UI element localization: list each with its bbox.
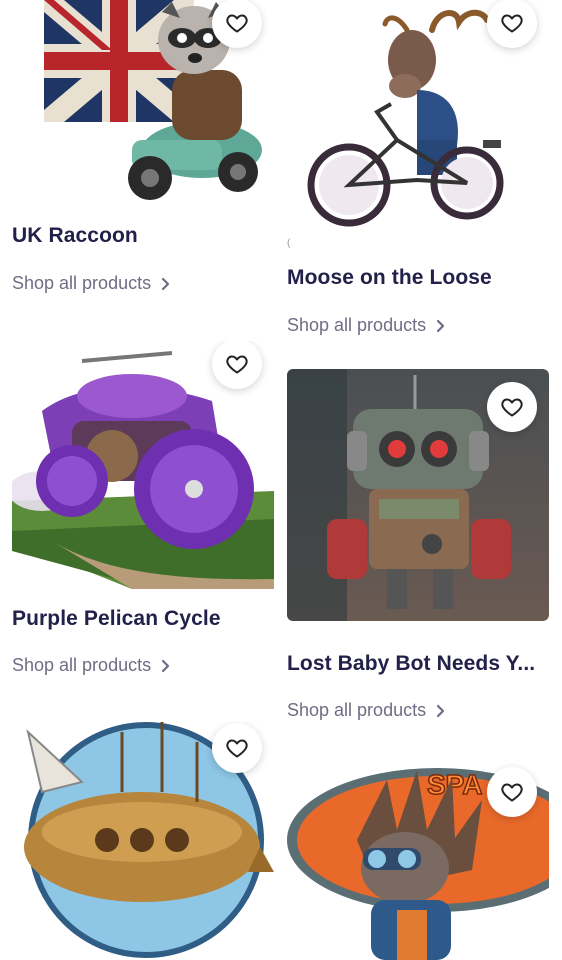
product-image[interactable] [12,341,274,589]
shop-link-label: Shop all products [287,700,427,720]
chevron-right-icon [160,277,170,291]
heart-outline-icon [501,783,523,802]
favorite-button[interactable] [212,0,262,48]
product-card[interactable] [12,722,274,960]
product-title[interactable]: Lost Baby Bot Needs Y... [287,652,549,676]
chevron-right-icon [435,319,445,333]
favorite-button[interactable] [487,0,537,48]
heart-outline-icon [226,14,248,33]
product-image[interactable] [12,0,274,205]
product-card[interactable]: Purple Pelican Cycle Shop all products [12,341,274,675]
shop-link-label: Shop all products [12,655,152,675]
heart-outline-icon [226,739,248,758]
product-card[interactable]: UK Raccoon Shop all products [12,0,274,293]
product-image[interactable]: ( [287,0,549,248]
heart-outline-icon [226,355,248,374]
product-image[interactable] [12,722,274,960]
product-image[interactable] [287,369,549,621]
favorite-button[interactable] [212,341,262,389]
product-card[interactable]: Lost Baby Bot Needs Y... Shop all produc… [287,369,549,720]
shop-link-label: Shop all products [12,273,152,293]
chevron-right-icon [160,659,170,673]
favorite-button[interactable] [487,382,537,432]
shop-link-label: Shop all products [287,315,427,335]
favorite-button[interactable] [487,767,537,817]
shop-all-products-link[interactable]: Shop all products [12,273,170,294]
product-title[interactable]: UK Raccoon [12,224,274,248]
shop-all-products-link[interactable]: Shop all products [287,700,445,721]
product-card[interactable]: SPA [287,760,549,960]
heart-outline-icon [501,14,523,33]
product-image[interactable]: SPA [287,760,549,960]
product-title[interactable]: Moose on the Loose [287,266,549,290]
product-card[interactable]: ( Moose on the Loose Shop all products [287,0,549,335]
shop-all-products-link[interactable]: Shop all products [287,315,445,336]
chevron-right-icon [435,704,445,718]
svg-text:SPA: SPA [427,769,483,800]
product-title[interactable]: Purple Pelican Cycle [12,607,274,631]
shop-all-products-link[interactable]: Shop all products [12,655,170,676]
favorite-button[interactable] [212,723,262,773]
heart-outline-icon [501,398,523,417]
